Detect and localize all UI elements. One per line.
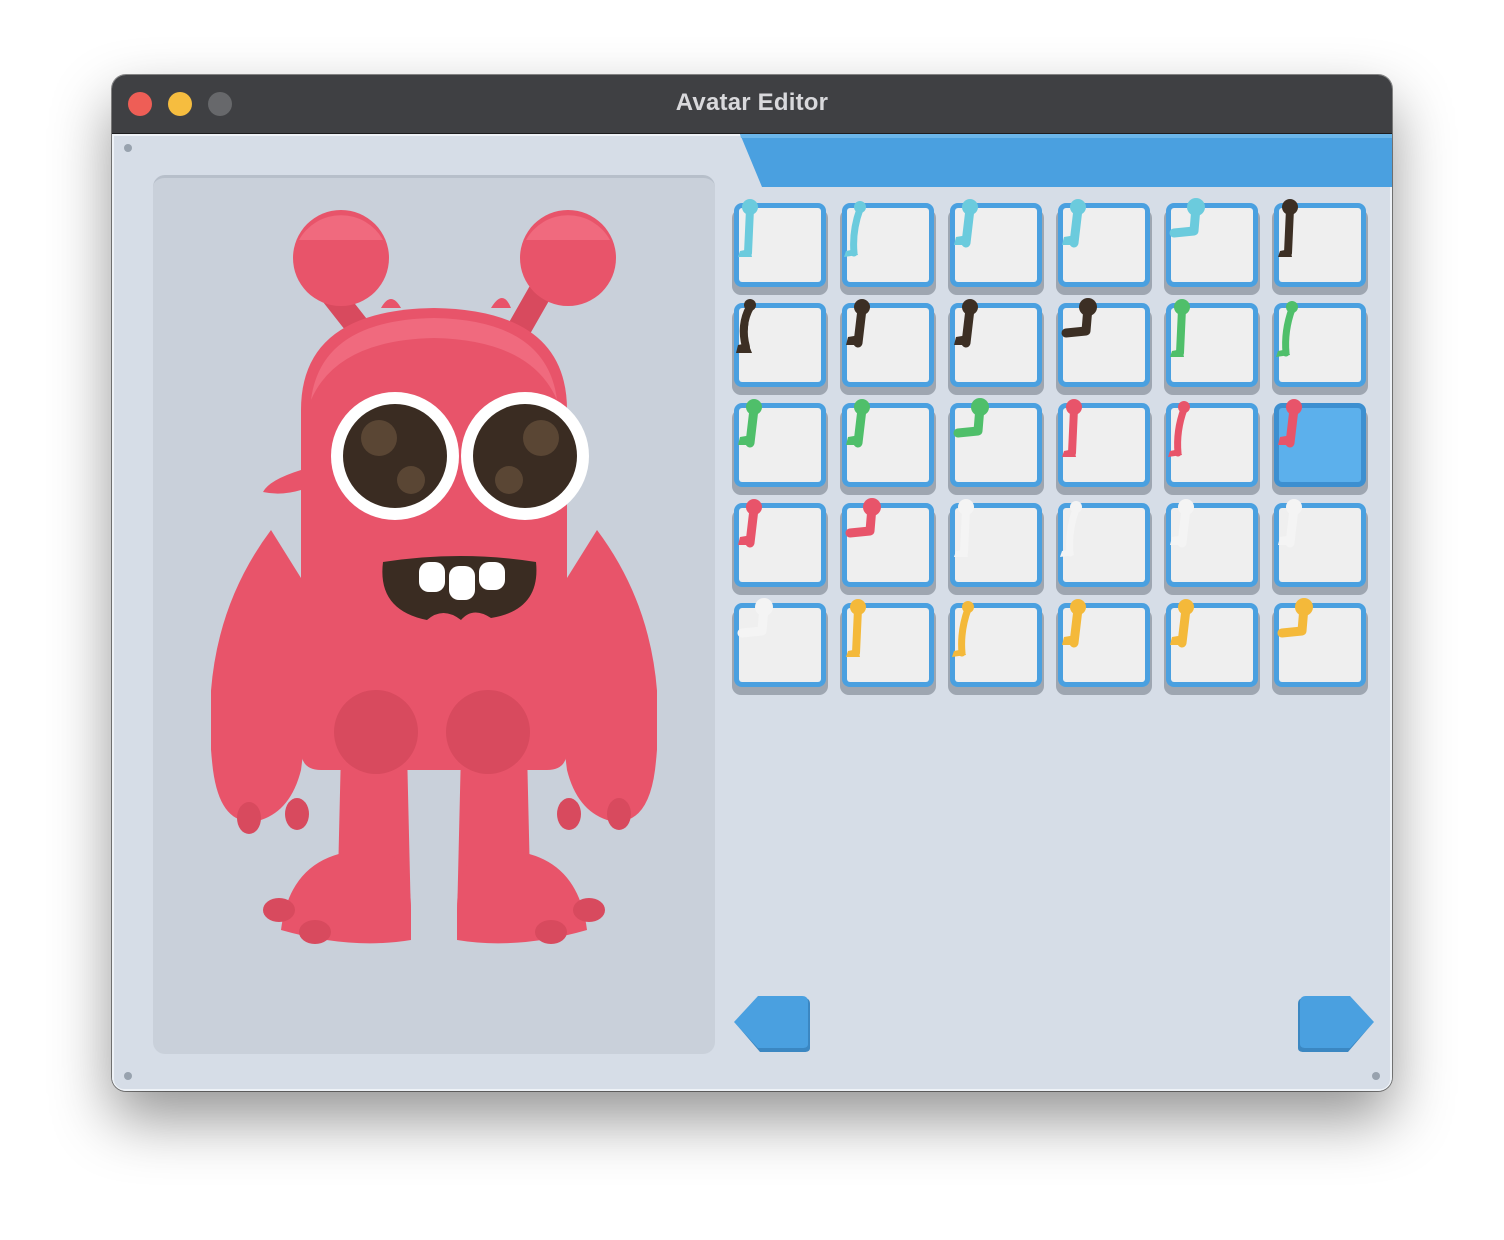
leg-option-tile[interactable] [732,598,828,697]
leg-icon [954,199,978,248]
leg-option-tile[interactable] [840,299,936,397]
leg-option-tile[interactable] [1272,301,1368,397]
rivet-icon [124,1072,132,1080]
leg-icon [952,601,974,657]
leg-option-tile[interactable] [1056,399,1152,497]
leg-icon [738,499,762,548]
rivet-icon [1372,1072,1380,1080]
leg-option-tile[interactable] [1164,198,1260,297]
leg-icon [737,598,773,638]
leg-icon [954,299,978,348]
leg-icon [1278,199,1298,257]
leg-icon [1278,399,1302,448]
leg-option-tile[interactable] [732,199,828,297]
leg-icon [738,199,758,257]
leg-icon [1169,198,1205,238]
previous-page-button[interactable] [732,994,812,1054]
title-bar: Avatar Editor [112,75,1392,134]
avatar-preview-panel [153,175,715,1054]
leg-icon [1168,401,1190,457]
leg-option-tile[interactable] [1164,599,1260,697]
arrow-left-icon [734,996,808,1048]
rivet-icon [124,144,132,152]
leg-icon [1170,299,1190,357]
leg-option-tile[interactable] [1056,298,1152,397]
leg-option-tile[interactable] [1164,401,1260,497]
leg-option-tile[interactable] [1164,299,1260,397]
leg-icon [954,499,974,557]
leg-option-tile[interactable] [840,399,936,497]
leg-icon [844,201,866,257]
leg-option-tile[interactable] [1056,501,1152,597]
category-header-bar [740,134,1392,187]
leg-option-tile[interactable] [1164,499,1260,597]
leg-icon [1062,399,1082,457]
leg-icon [1170,499,1194,548]
leg-option-tile[interactable] [1272,199,1368,297]
leg-icon [738,399,762,448]
leg-icon [736,299,756,353]
leg-icon [1062,199,1086,248]
window-title: Avatar Editor [675,89,829,116]
editor-panel [112,134,1392,1091]
leg-option-tile[interactable] [840,599,936,697]
leg-icon [1276,301,1298,357]
leg-icon [1061,298,1097,338]
leg-option-tile[interactable] [732,299,828,397]
leg-options-grid [732,198,1372,697]
leg-option-tile[interactable] [948,299,1044,397]
leg-option-tile[interactable] [732,399,828,497]
leg-option-tile[interactable] [1272,598,1368,697]
leg-icon [846,399,870,448]
leg-icon [953,398,989,438]
leg-option-tile[interactable] [948,499,1044,597]
leg-option-tile[interactable] [840,201,936,297]
monster-avatar-icon [211,210,657,944]
leg-option-tile[interactable] [948,199,1044,297]
next-page-button[interactable] [1296,994,1376,1054]
leg-option-tile[interactable] [1056,599,1152,697]
leg-icon [845,498,881,538]
leg-option-tile[interactable] [732,499,828,597]
leg-option-tile-selected[interactable] [1272,399,1368,497]
leg-icon [1278,499,1302,548]
leg-icon [1277,598,1313,638]
leg-option-tile[interactable] [840,498,936,597]
leg-icon [1060,501,1082,557]
leg-icon [846,299,870,348]
leg-icon [1062,599,1086,648]
leg-option-tile[interactable] [1056,199,1152,297]
leg-option-tile[interactable] [1272,499,1368,597]
leg-option-tile[interactable] [948,601,1044,697]
leg-option-tile[interactable] [948,398,1044,497]
arrow-right-icon [1300,996,1374,1048]
avatar-editor-window: Avatar Editor [112,75,1392,1091]
leg-icon [846,599,866,657]
leg-icon [1170,599,1194,648]
